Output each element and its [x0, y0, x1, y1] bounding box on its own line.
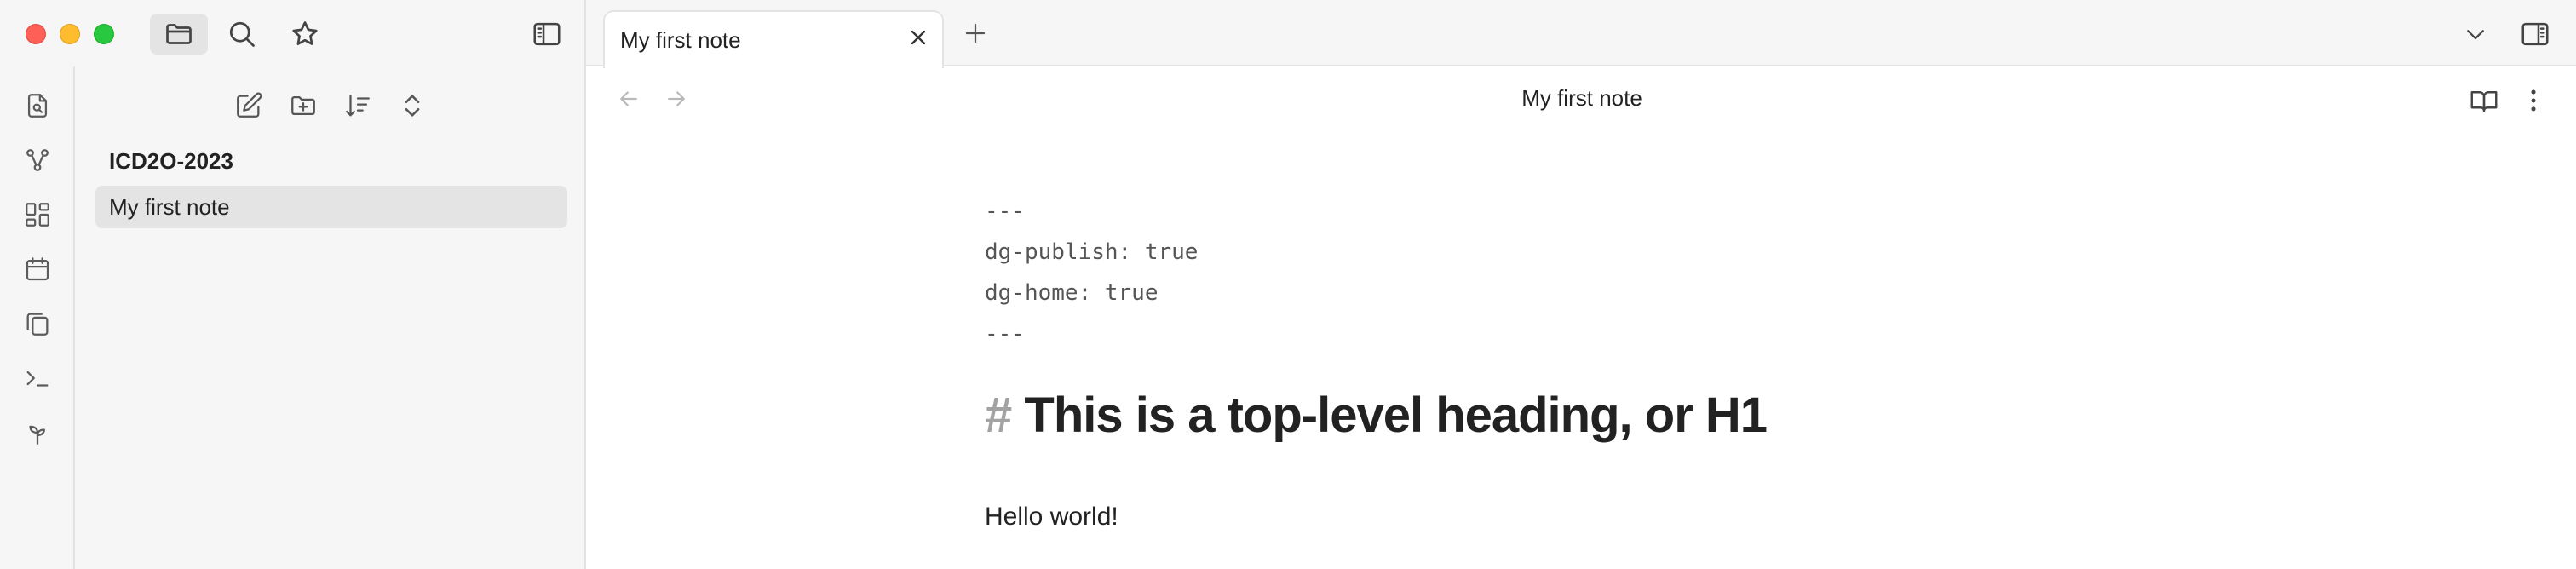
tab-title: My first note	[620, 27, 741, 53]
terminal-icon	[26, 371, 49, 387]
titlebar-left	[0, 0, 586, 66]
tab-list-button[interactable]	[2458, 17, 2493, 51]
close-window-button[interactable]	[26, 24, 46, 44]
file-search-icon	[27, 94, 48, 118]
book-open-icon	[2470, 91, 2498, 112]
ribbon-graph-view-button[interactable]	[19, 141, 56, 179]
frontmatter-line: dg-home: true	[985, 280, 1159, 306]
ribbon-templates-button[interactable]	[19, 305, 56, 342]
calendar-icon	[26, 257, 49, 281]
ribbon-publish-button[interactable]	[19, 414, 56, 451]
note-paragraph[interactable]: Hello world!	[985, 503, 1118, 532]
search-view-button[interactable]	[213, 14, 271, 55]
left-sidebar-toggle-button[interactable]	[518, 14, 576, 55]
frontmatter-line: ---	[985, 198, 1025, 224]
canvas-icon	[26, 203, 49, 227]
bookmarks-view-button[interactable]	[276, 14, 334, 55]
minimize-window-button[interactable]	[60, 24, 80, 44]
close-tab-button[interactable]	[901, 20, 935, 55]
file-item-label: My first note	[109, 193, 230, 220]
close-icon	[911, 30, 926, 45]
zoom-window-button[interactable]	[94, 24, 114, 44]
ribbon-canvas-button[interactable]	[19, 196, 56, 233]
new-folder-button[interactable]	[283, 85, 324, 126]
ribbon	[0, 66, 75, 569]
sidebar-toggle-icon	[533, 22, 561, 46]
files-view-button[interactable]	[150, 14, 208, 55]
view-title[interactable]: My first note	[588, 85, 2576, 112]
reading-view-button[interactable]	[2465, 82, 2503, 119]
copy-icon	[26, 313, 49, 336]
new-note-button[interactable]	[228, 85, 269, 126]
collapse-all-button[interactable]	[392, 85, 433, 126]
frontmatter[interactable]: --- dg-publish: true dg-home: true ---	[985, 191, 1198, 354]
sort-button[interactable]	[337, 85, 378, 126]
new-tab-button[interactable]	[957, 15, 993, 51]
right-sidebar-icon	[2521, 22, 2549, 46]
plus-icon	[965, 23, 986, 43]
new-folder-icon	[291, 95, 315, 116]
frontmatter-line: ---	[985, 321, 1025, 347]
vault-name[interactable]: ICD2O-2023	[109, 148, 233, 175]
expand-collapse-icon	[405, 95, 420, 117]
heading-marker: #	[985, 388, 1012, 443]
view-header: My first note	[588, 68, 2576, 131]
sprout-icon	[29, 425, 45, 445]
heading-text: This is a top-level heading, or H1	[1024, 388, 1768, 443]
search-icon	[229, 21, 255, 47]
file-item-my-first-note[interactable]: My first note	[95, 186, 567, 228]
ribbon-quick-switcher-button[interactable]	[19, 87, 56, 124]
more-options-button[interactable]	[2515, 82, 2552, 119]
sort-icon	[346, 95, 370, 117]
file-explorer: ICD2O-2023 My first note	[75, 66, 586, 569]
ribbon-daily-note-button[interactable]	[19, 250, 56, 288]
chevron-down-icon	[2467, 30, 2484, 40]
ribbon-command-palette-button[interactable]	[19, 359, 56, 397]
frontmatter-line: dg-publish: true	[985, 239, 1199, 265]
star-icon	[292, 21, 318, 45]
note-heading[interactable]: # This is a top-level heading, or H1	[985, 387, 1768, 444]
new-note-icon	[237, 92, 262, 118]
tab-bar: My first note	[586, 0, 2576, 68]
right-sidebar-toggle-button[interactable]	[2516, 15, 2554, 53]
note-editor[interactable]: --- dg-publish: true dg-home: true --- #…	[588, 131, 2576, 569]
tab-my-first-note[interactable]: My first note	[603, 10, 944, 68]
folder-icon	[166, 24, 192, 44]
more-vertical-icon	[2531, 89, 2536, 112]
graph-icon	[26, 149, 49, 171]
